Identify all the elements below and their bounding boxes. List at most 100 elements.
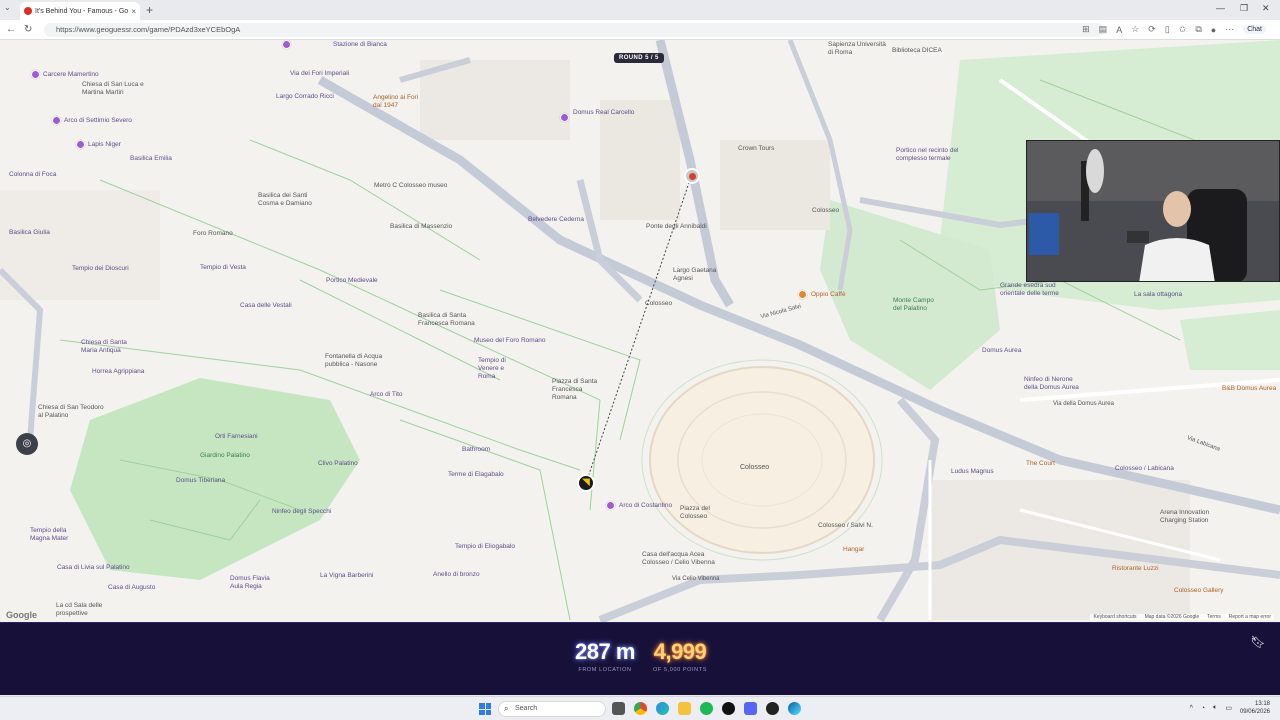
maximize-icon[interactable]: ❐	[1240, 3, 1248, 14]
close-window-icon[interactable]: ✕	[1262, 3, 1270, 14]
terms-link[interactable]: Terms	[1207, 614, 1221, 620]
map-label: Arco di Costantino	[619, 502, 673, 509]
edge-icon[interactable]	[788, 702, 801, 715]
map-label: Domus Flavia Aula Regia	[230, 575, 270, 590]
map-label: Tempio di Eliogabalo	[455, 543, 515, 550]
cafe-pin-icon[interactable]	[798, 290, 807, 299]
search-icon: ⌕	[504, 704, 509, 713]
map-label: Foro Romano	[193, 230, 233, 237]
geoguessr-favicon-icon	[24, 7, 32, 15]
map-label: Carcere Mamertino	[43, 71, 99, 78]
map-label: Casa di Augusto	[108, 584, 156, 591]
map-label: Largo Gaetana Agnesi	[673, 267, 717, 282]
bookmark-icon[interactable]: 🔖︎	[1250, 635, 1266, 651]
map-label: Grande esedra sud orientale delle terme	[1000, 282, 1059, 297]
tray-network-icon[interactable]: ◔	[1201, 705, 1205, 712]
copilot-icon[interactable]	[656, 702, 669, 715]
tray-battery-icon[interactable]: ▭	[1225, 704, 1232, 712]
poi-pin-icon[interactable]	[76, 140, 85, 149]
reader-icon[interactable]: ▤	[1099, 24, 1108, 35]
map-label: Arena Innovation Charging Station	[1160, 509, 1210, 524]
map-label: Biblioteca DICEA	[892, 47, 942, 54]
favorites-icon[interactable]: ✩	[1179, 24, 1187, 35]
map-label: Chiesa di Santa Maria Antiqua	[81, 339, 127, 354]
map-label: Fontanella di Acqua pubblica - Nasone	[325, 353, 383, 368]
map-label: Crown Tours	[738, 145, 775, 152]
map-label: Arco di Settimio Severo	[64, 117, 132, 124]
browser-tab-strip: ⌄ It's Behind You - Famous - Go × + — ❐ …	[0, 0, 1280, 20]
refresh-extension-icon[interactable]: ⟳	[1148, 24, 1156, 35]
taskbar-clock[interactable]: 13:18 09/06/2026	[1240, 700, 1270, 716]
favorite-star-icon[interactable]: ☆	[1131, 24, 1139, 35]
map-label: Colonna di Foca	[9, 171, 57, 178]
read-aloud-icon[interactable]: A	[1116, 25, 1122, 35]
recenter-location-button[interactable]: ◎	[16, 433, 38, 455]
map-label: Colosseo	[645, 300, 673, 307]
new-tab-button[interactable]: +	[146, 3, 153, 17]
back-icon[interactable]: ←	[6, 24, 16, 35]
github-icon[interactable]	[722, 702, 735, 715]
copilot-chat-button[interactable]: Chat	[1243, 25, 1266, 34]
map-label: Stazione di Bianca	[333, 41, 387, 48]
map-label: Portico Medievale	[326, 277, 378, 284]
map-label: Casa di Livia sul Palatino	[57, 564, 130, 571]
map-label: Basilica di Santa Francesca Romana	[418, 312, 475, 327]
task-view-icon[interactable]	[612, 702, 625, 715]
file-explorer-icon[interactable]	[678, 702, 691, 715]
discord-icon[interactable]	[744, 702, 757, 715]
tab-close-icon[interactable]: ×	[131, 7, 136, 16]
guess-marker[interactable]: ◥	[577, 474, 595, 492]
map-label: Via della Domus Aurea	[1053, 401, 1114, 407]
refresh-icon[interactable]: ↻	[24, 24, 32, 35]
url-field[interactable]: https://www.geoguessr.com/game/PDAzd3xeY…	[44, 23, 1104, 37]
map-label: Arco di Tito	[370, 391, 403, 398]
map-label: La Vigna Barberini	[320, 572, 374, 579]
map-label: The Court	[1026, 460, 1055, 467]
browser-tab-active[interactable]: It's Behind You - Famous - Go ×	[20, 2, 140, 20]
map-label: Metro C Colosseo museo	[374, 182, 448, 189]
poi-pin-icon[interactable]	[52, 116, 61, 125]
actual-location-marker[interactable]	[684, 168, 700, 184]
poi-pin-icon[interactable]	[31, 70, 40, 79]
taskbar-search-input[interactable]: ⌕ Search	[498, 701, 606, 717]
result-map[interactable]: ROUND 5 / 5 Stazione di Bianca Carcere M…	[0, 40, 1280, 622]
tray-volume-icon[interactable]: 🔈︎	[1213, 704, 1217, 712]
tray-chevron-icon[interactable]: ^	[1190, 705, 1193, 712]
google-logo: Google	[6, 610, 37, 620]
poi-pin-icon[interactable]	[282, 40, 291, 49]
map-label: Monte Campo del Palatino	[893, 297, 934, 312]
map-label: Colosseo / Salvi N.	[818, 522, 873, 529]
map-label: Belvedere Cederna	[528, 216, 585, 223]
profile-avatar-icon[interactable]: ●	[1211, 25, 1216, 35]
map-label: Via Celio Vibenna	[672, 576, 720, 582]
start-windows-icon[interactable]	[479, 703, 491, 715]
distance-stat: 287 m FROM LOCATION	[560, 639, 650, 673]
map-label: Sapienza Università di Roma	[828, 41, 886, 56]
map-label: Clivo Palatino	[318, 460, 358, 467]
keyboard-shortcuts-link[interactable]: Keyboard shortcuts	[1093, 614, 1136, 620]
map-label: Giardino Palatino	[200, 452, 250, 459]
install-app-icon[interactable]: ⊞	[1082, 24, 1090, 35]
split-screen-icon[interactable]: ▯	[1165, 24, 1170, 35]
map-label: Ristorante Luzzi	[1112, 565, 1159, 572]
round-result-panel: 287 m FROM LOCATION 4,999 OF 5,000 POINT…	[0, 622, 1280, 695]
report-error-link[interactable]: Report a map error	[1229, 614, 1271, 620]
more-menu-icon[interactable]: ⋯	[1225, 24, 1234, 35]
minimize-icon[interactable]: —	[1216, 3, 1225, 13]
poi-pin-icon[interactable]	[560, 113, 569, 122]
map-label: Domus Aurea	[982, 347, 1022, 354]
map-label: Horrea Agrippiana	[92, 368, 145, 375]
obs-icon[interactable]	[766, 702, 779, 715]
chrome-icon[interactable]	[634, 702, 647, 715]
tab-menu-icon[interactable]: ⌄	[4, 3, 11, 12]
address-bar-row: ← ↻ https://www.geoguessr.com/game/PDAzd…	[0, 20, 1280, 40]
poi-pin-icon[interactable]	[606, 501, 615, 510]
map-label: Bathroom	[462, 446, 491, 453]
spotify-icon[interactable]	[700, 702, 713, 715]
collections-icon[interactable]: ⧉	[1195, 24, 1201, 35]
map-label: La sala ottagona	[1134, 291, 1183, 298]
map-label: Hangar	[843, 546, 865, 553]
map-label: Terme di Elagabalo	[448, 471, 504, 478]
map-label: La cd Sala delle prospettive	[56, 602, 103, 617]
map-label: Oppio Caffè	[811, 291, 846, 298]
